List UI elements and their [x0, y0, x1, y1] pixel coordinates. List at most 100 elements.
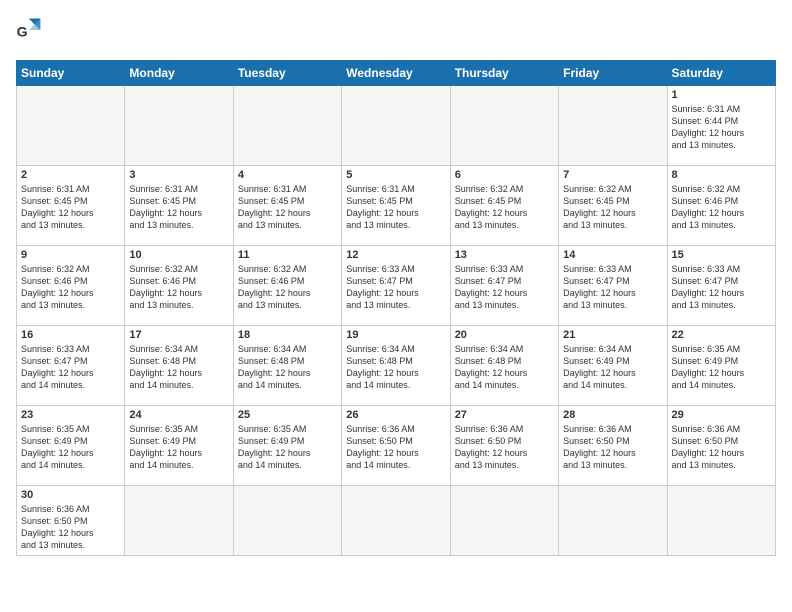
day-info: Sunrise: 6:33 AM Sunset: 6:47 PM Dayligh…: [346, 263, 445, 312]
day-number: 3: [129, 169, 228, 181]
day-info: Sunrise: 6:35 AM Sunset: 6:49 PM Dayligh…: [238, 423, 337, 472]
calendar-day-cell: 10 Sunrise: 6:32 AM Sunset: 6:46 PM Dayli…: [125, 246, 233, 326]
calendar-day-cell: 19 Sunrise: 6:34 AM Sunset: 6:48 PM Dayli…: [342, 326, 450, 406]
calendar-day-cell: 15Sunrise: 6:33 AM Sunset: 6:47 PM Dayli…: [667, 246, 775, 326]
calendar-day-cell: [125, 486, 233, 556]
day-number: 16: [21, 329, 120, 341]
day-number: 8: [672, 169, 771, 181]
calendar-day-cell: 28 Sunrise: 6:36 AM Sunset: 6:50 PM Dayli…: [559, 406, 667, 486]
calendar-day-cell: 26Sunrise: 6:36 AM Sunset: 6:50 PM Dayli…: [342, 406, 450, 486]
day-number: 24: [129, 409, 228, 421]
calendar-week-row: 1 Sunrise: 6:31 AM Sunset: 6:44 PM Daylig…: [17, 86, 776, 166]
day-number: 7: [563, 169, 662, 181]
day-info: Sunrise: 6:34 AM Sunset: 6:49 PM Dayligh…: [563, 343, 662, 392]
calendar-week-row: 9 Sunrise: 6:32 AM Sunset: 6:46 PM Daylig…: [17, 246, 776, 326]
calendar-day-cell: 9 Sunrise: 6:32 AM Sunset: 6:46 PM Daylig…: [17, 246, 125, 326]
day-info: Sunrise: 6:33 AM Sunset: 6:47 PM Dayligh…: [21, 343, 120, 392]
day-number: 19: [346, 329, 445, 341]
calendar-day-cell: 18 Sunrise: 6:34 AM Sunset: 6:48 PM Dayli…: [233, 326, 341, 406]
day-info: Sunrise: 6:36 AM Sunset: 6:50 PM Dayligh…: [563, 423, 662, 472]
calendar-day-cell: 11Sunrise: 6:32 AM Sunset: 6:46 PM Dayli…: [233, 246, 341, 326]
calendar-week-row: 30Sunrise: 6:36 AM Sunset: 6:50 PM Dayli…: [17, 486, 776, 556]
calendar-day-cell: 12 Sunrise: 6:33 AM Sunset: 6:47 PM Dayli…: [342, 246, 450, 326]
day-info: Sunrise: 6:36 AM Sunset: 6:50 PM Dayligh…: [672, 423, 771, 472]
calendar-day-cell: 24 Sunrise: 6:35 AM Sunset: 6:49 PM Dayli…: [125, 406, 233, 486]
day-info: Sunrise: 6:32 AM Sunset: 6:45 PM Dayligh…: [455, 183, 554, 232]
day-info: Sunrise: 6:36 AM Sunset: 6:50 PM Dayligh…: [346, 423, 445, 472]
calendar-day-cell: 22 Sunrise: 6:35 AM Sunset: 6:49 PM Dayli…: [667, 326, 775, 406]
day-info: Sunrise: 6:33 AM Sunset: 6:47 PM Dayligh…: [563, 263, 662, 312]
day-info: Sunrise: 6:32 AM Sunset: 6:46 PM Dayligh…: [238, 263, 337, 312]
day-info: Sunrise: 6:34 AM Sunset: 6:48 PM Dayligh…: [238, 343, 337, 392]
weekday-header-thursday: Thursday: [450, 61, 558, 86]
day-info: Sunrise: 6:36 AM Sunset: 6:50 PM Dayligh…: [21, 503, 120, 552]
calendar-day-cell: 23 Sunrise: 6:35 AM Sunset: 6:49 PM Dayli…: [17, 406, 125, 486]
calendar-table: SundayMondayTuesdayWednesdayThursdayFrid…: [16, 60, 776, 556]
calendar-week-row: 2 Sunrise: 6:31 AM Sunset: 6:45 PM Daylig…: [17, 166, 776, 246]
day-info: Sunrise: 6:32 AM Sunset: 6:46 PM Dayligh…: [672, 183, 771, 232]
day-info: Sunrise: 6:31 AM Sunset: 6:44 PM Dayligh…: [672, 103, 771, 152]
day-info: Sunrise: 6:31 AM Sunset: 6:45 PM Dayligh…: [129, 183, 228, 232]
day-info: Sunrise: 6:31 AM Sunset: 6:45 PM Dayligh…: [238, 183, 337, 232]
day-number: 28: [563, 409, 662, 421]
calendar-day-cell: [233, 86, 341, 166]
calendar-day-cell: [342, 86, 450, 166]
day-info: Sunrise: 6:35 AM Sunset: 6:49 PM Dayligh…: [672, 343, 771, 392]
calendar-day-cell: [342, 486, 450, 556]
calendar-day-cell: 29 Sunrise: 6:36 AM Sunset: 6:50 PM Dayli…: [667, 406, 775, 486]
day-number: 9: [21, 249, 120, 261]
calendar-day-cell: 25 Sunrise: 6:35 AM Sunset: 6:49 PM Dayli…: [233, 406, 341, 486]
day-number: 25: [238, 409, 337, 421]
day-info: Sunrise: 6:33 AM Sunset: 6:47 PM Dayligh…: [672, 263, 771, 312]
day-info: Sunrise: 6:31 AM Sunset: 6:45 PM Dayligh…: [346, 183, 445, 232]
day-number: 4: [238, 169, 337, 181]
weekday-header-saturday: Saturday: [667, 61, 775, 86]
calendar-day-cell: 4 Sunrise: 6:31 AM Sunset: 6:45 PM Daylig…: [233, 166, 341, 246]
calendar-day-cell: 7Sunrise: 6:32 AM Sunset: 6:45 PM Daylig…: [559, 166, 667, 246]
calendar-day-cell: [233, 486, 341, 556]
calendar-day-cell: [559, 486, 667, 556]
calendar-day-cell: [125, 86, 233, 166]
calendar-day-cell: [450, 486, 558, 556]
day-number: 29: [672, 409, 771, 421]
day-info: Sunrise: 6:35 AM Sunset: 6:49 PM Dayligh…: [21, 423, 120, 472]
day-number: 22: [672, 329, 771, 341]
weekday-header-sunday: Sunday: [17, 61, 125, 86]
calendar-day-cell: [559, 86, 667, 166]
day-info: Sunrise: 6:32 AM Sunset: 6:46 PM Dayligh…: [129, 263, 228, 312]
day-number: 13: [455, 249, 554, 261]
logo-icon: G: [16, 16, 48, 48]
day-info: Sunrise: 6:34 AM Sunset: 6:48 PM Dayligh…: [455, 343, 554, 392]
day-number: 12: [346, 249, 445, 261]
day-info: Sunrise: 6:33 AM Sunset: 6:47 PM Dayligh…: [455, 263, 554, 312]
day-number: 18: [238, 329, 337, 341]
calendar-day-cell: 1 Sunrise: 6:31 AM Sunset: 6:44 PM Daylig…: [667, 86, 775, 166]
weekday-header-row: SundayMondayTuesdayWednesdayThursdayFrid…: [17, 61, 776, 86]
day-info: Sunrise: 6:34 AM Sunset: 6:48 PM Dayligh…: [346, 343, 445, 392]
day-number: 17: [129, 329, 228, 341]
calendar-day-cell: 5 Sunrise: 6:31 AM Sunset: 6:45 PM Daylig…: [342, 166, 450, 246]
page-header: G: [16, 16, 776, 48]
day-number: 10: [129, 249, 228, 261]
calendar-day-cell: 8 Sunrise: 6:32 AM Sunset: 6:46 PM Daylig…: [667, 166, 775, 246]
day-number: 1: [672, 89, 771, 101]
calendar-day-cell: 2 Sunrise: 6:31 AM Sunset: 6:45 PM Daylig…: [17, 166, 125, 246]
day-number: 2: [21, 169, 120, 181]
logo: G: [16, 16, 52, 48]
day-info: Sunrise: 6:32 AM Sunset: 6:46 PM Dayligh…: [21, 263, 120, 312]
day-number: 14: [563, 249, 662, 261]
day-number: 23: [21, 409, 120, 421]
day-info: Sunrise: 6:31 AM Sunset: 6:45 PM Dayligh…: [21, 183, 120, 232]
day-number: 6: [455, 169, 554, 181]
calendar-day-cell: [667, 486, 775, 556]
calendar-day-cell: 13 Sunrise: 6:33 AM Sunset: 6:47 PM Dayli…: [450, 246, 558, 326]
calendar-day-cell: [450, 86, 558, 166]
calendar-day-cell: 17Sunrise: 6:34 AM Sunset: 6:48 PM Dayli…: [125, 326, 233, 406]
calendar-day-cell: 6 Sunrise: 6:32 AM Sunset: 6:45 PM Daylig…: [450, 166, 558, 246]
calendar-day-cell: 30Sunrise: 6:36 AM Sunset: 6:50 PM Dayli…: [17, 486, 125, 556]
calendar-day-cell: [17, 86, 125, 166]
day-info: Sunrise: 6:35 AM Sunset: 6:49 PM Dayligh…: [129, 423, 228, 472]
svg-text:G: G: [17, 23, 28, 39]
day-number: 5: [346, 169, 445, 181]
day-number: 20: [455, 329, 554, 341]
